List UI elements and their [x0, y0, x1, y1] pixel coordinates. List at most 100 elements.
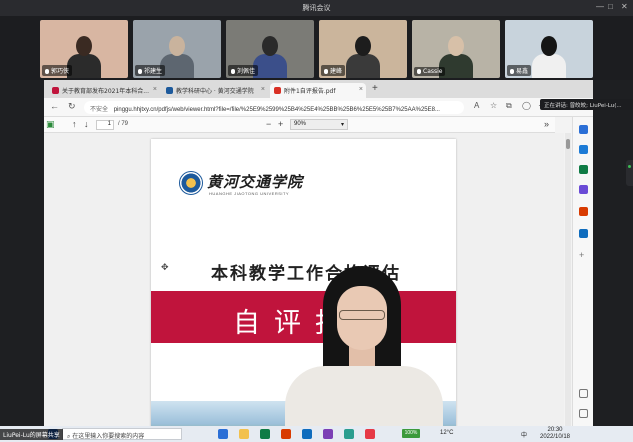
system-clock[interactable]: 20:30 2022/10/18: [535, 427, 575, 441]
participant-nameplate: 刘佩佳: [228, 65, 259, 76]
taskbar-app-icon[interactable]: [365, 429, 375, 439]
browser-tab-3[interactable]: 附件1自评报告.pdf ×: [270, 83, 366, 98]
close-tab-icon[interactable]: ×: [153, 86, 157, 93]
taskbar-app-icon[interactable]: [281, 429, 291, 439]
participant-head: [76, 36, 92, 56]
weather-widget[interactable]: 12°C: [440, 430, 453, 436]
participant-video: [67, 34, 101, 78]
new-tab-button[interactable]: +: [372, 83, 378, 94]
participant-body: [67, 54, 101, 78]
zoom-select[interactable]: 90% ▾: [290, 119, 348, 130]
taskbar-app-icon[interactable]: [239, 429, 249, 439]
battery-indicator[interactable]: 100%: [402, 429, 420, 438]
browser-tab-2[interactable]: 教学科研中心 · 黄河交通学院 ×: [162, 83, 268, 98]
clock-date: 2022/10/18: [539, 434, 571, 440]
page-number-input[interactable]: 1: [96, 120, 114, 130]
url-text: pinggu.hhjtxy.cn/pdfjs/web/viewer.html?f…: [113, 107, 440, 113]
taskbar-app-icon[interactable]: [260, 429, 270, 439]
sidebar-toggle-icon[interactable]: ▣: [46, 119, 55, 130]
participant-nameplate: Cassie: [414, 67, 446, 76]
participant-body: [532, 54, 566, 78]
expand-toolbar-button[interactable]: »: [544, 119, 549, 129]
add-icon[interactable]: +: [579, 251, 588, 260]
participant-video: [346, 34, 380, 78]
search-placeholder: 在这里输入你要搜索的内容: [72, 433, 145, 440]
microphone-icon: [231, 69, 235, 74]
participant-tile[interactable]: 建峰: [319, 20, 407, 78]
taskbar-search-input[interactable]: ⌕ 在这里输入你要搜索的内容: [62, 428, 182, 440]
participant-name: 刘佩佳: [237, 68, 256, 75]
zoom-out-button[interactable]: −: [266, 119, 271, 129]
taskbar-app-icon[interactable]: [218, 429, 228, 439]
participant-video: [160, 34, 194, 78]
tab-favicon: [166, 87, 173, 94]
participant-strip: 郭巧侠 祁建生 刘佩佳 建峰 Cassie 易鑫: [0, 16, 633, 80]
scrollbar-thumb[interactable]: [566, 139, 570, 149]
office-icon[interactable]: [579, 207, 588, 216]
refresh-button[interactable]: ↻: [68, 101, 76, 112]
back-button[interactable]: ←: [50, 101, 59, 111]
microphone-icon: [45, 69, 49, 74]
outlook-icon[interactable]: [579, 229, 588, 238]
read-aloud-icon[interactable]: A: [474, 101, 479, 110]
input-method-indicator[interactable]: 中: [521, 430, 527, 439]
participant-tile[interactable]: 郭巧侠: [40, 20, 128, 78]
edge-sidebar: +: [572, 117, 593, 426]
speaker-video: [271, 264, 457, 426]
next-page-button[interactable]: ↓: [84, 119, 89, 129]
url-field[interactable]: 不安全 pinggu.hhjtxy.cn/pdfjs/web/viewer.ht…: [84, 101, 464, 114]
participant-name: 郭巧侠: [51, 68, 70, 75]
tab-label: 教学科研中心 · 黄河交通学院: [176, 88, 254, 95]
prev-page-button[interactable]: ↑: [72, 119, 77, 129]
speaking-indicator: 正在讲话: 曾皎皎; LiuPei-Lu(...: [540, 99, 633, 110]
microphone-icon: [324, 69, 328, 74]
shopping-icon[interactable]: [579, 165, 588, 174]
speaker-shirt: [285, 366, 443, 426]
page-total: / 79: [118, 121, 129, 127]
participant-head: [355, 36, 371, 56]
vertical-scrollbar[interactable]: [565, 133, 571, 426]
participant-video: [253, 34, 287, 78]
participant-name: 祁建生: [144, 68, 163, 75]
settings-icon[interactable]: [579, 389, 588, 398]
participant-body: [253, 54, 287, 78]
participant-tile[interactable]: 祁建生: [133, 20, 221, 78]
people-icon[interactable]: [579, 185, 588, 194]
close-tab-icon[interactable]: ×: [261, 86, 265, 93]
collections-icon[interactable]: ⧉: [506, 101, 512, 111]
security-indicator[interactable]: 不安全: [90, 106, 108, 113]
taskbar-app-icon[interactable]: [344, 429, 354, 439]
bookmark-icon[interactable]: [579, 145, 588, 154]
participant-head: [448, 36, 464, 56]
tab-favicon: [52, 87, 59, 94]
participant-nameplate: 建峰: [321, 65, 346, 76]
screenshot-icon[interactable]: [579, 409, 588, 418]
university-emblem-icon: [179, 171, 203, 195]
participant-name: 易鑫: [516, 68, 529, 75]
close-tab-icon[interactable]: ×: [359, 86, 363, 93]
tab-label: 关于教育部发布2021年本科合...: [62, 88, 149, 95]
presenter-label: LiuPei-Lu的屏幕共享: [0, 429, 63, 440]
taskbar-app-icon[interactable]: [323, 429, 333, 439]
screenshare-handle[interactable]: [626, 160, 633, 186]
minimize-button[interactable]: —: [596, 2, 604, 11]
pdf-favicon: [274, 87, 281, 94]
speaker-glasses: [339, 310, 385, 320]
browser-tab-1[interactable]: 关于教育部发布2021年本科合... ×: [48, 83, 160, 98]
participant-tile[interactable]: Cassie: [412, 20, 500, 78]
tab-label: 附件1自评报告.pdf: [284, 88, 336, 95]
profile-icon[interactable]: ◯: [522, 101, 531, 110]
zoom-in-button[interactable]: +: [278, 119, 283, 129]
participant-tile[interactable]: 刘佩佳: [226, 20, 314, 78]
participant-head: [541, 36, 557, 56]
taskbar-app-icon[interactable]: [302, 429, 312, 439]
clock-time: 20:30: [547, 427, 563, 433]
participant-tile[interactable]: 易鑫: [505, 20, 593, 78]
participant-nameplate: 郭巧侠: [42, 65, 73, 76]
close-button[interactable]: ✕: [621, 2, 628, 11]
maximize-button[interactable]: □: [608, 2, 613, 11]
search-icon[interactable]: [579, 125, 588, 134]
favorite-icon[interactable]: ☆: [490, 101, 497, 110]
participant-nameplate: 祁建生: [135, 65, 166, 76]
participant-body: [346, 54, 380, 78]
